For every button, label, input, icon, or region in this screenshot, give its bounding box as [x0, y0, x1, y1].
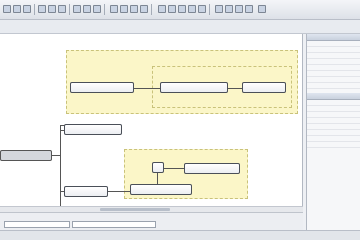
secondary-toolbar [0, 20, 360, 34]
new-file-icon[interactable] [3, 5, 11, 13]
properties-panel-header [307, 34, 360, 41]
info-icon[interactable] [235, 5, 243, 13]
properties-panel [306, 34, 360, 230]
toolbar [0, 0, 360, 20]
sequence-compositor[interactable] [152, 162, 164, 173]
root-element-node[interactable] [0, 150, 52, 161]
copy-icon[interactable] [48, 5, 56, 13]
grid-icon[interactable] [130, 5, 138, 13]
find-icon[interactable] [93, 5, 101, 13]
output-tab-1[interactable] [4, 221, 70, 228]
cut-icon[interactable] [38, 5, 46, 13]
output-tabs [0, 212, 303, 230]
settings-icon[interactable] [198, 5, 206, 13]
output-tab-2[interactable] [72, 221, 156, 228]
expand-icon[interactable] [178, 5, 186, 13]
schema-node-3[interactable] [242, 82, 286, 93]
text-view-icon[interactable] [140, 5, 148, 13]
tools-icon[interactable] [245, 5, 253, 13]
schema-node-2[interactable] [160, 82, 228, 93]
details-panel-header [307, 93, 360, 100]
collapse-icon[interactable] [188, 5, 196, 13]
undo-icon[interactable] [73, 5, 81, 13]
schema-node-7[interactable] [184, 163, 240, 174]
redo-icon[interactable] [83, 5, 91, 13]
paste-icon[interactable] [58, 5, 66, 13]
open-icon[interactable] [13, 5, 21, 13]
check-icon[interactable] [120, 5, 128, 13]
app-window [0, 0, 360, 240]
browser-icon[interactable] [225, 5, 233, 13]
zoom-in-icon[interactable] [158, 5, 166, 13]
schema-node-4[interactable] [64, 124, 122, 135]
schema-canvas[interactable] [0, 34, 303, 206]
save-icon[interactable] [23, 5, 31, 13]
validate-icon[interactable] [110, 5, 118, 13]
schema-node-5[interactable] [64, 186, 108, 197]
help-icon[interactable] [215, 5, 223, 13]
schema-node-1[interactable] [70, 82, 134, 93]
schema-node-6[interactable] [130, 184, 192, 195]
status-bar [0, 230, 360, 240]
zoom-out-icon[interactable] [168, 5, 176, 13]
window-icon[interactable] [258, 5, 266, 13]
scrollbar-thumb[interactable] [100, 208, 170, 211]
